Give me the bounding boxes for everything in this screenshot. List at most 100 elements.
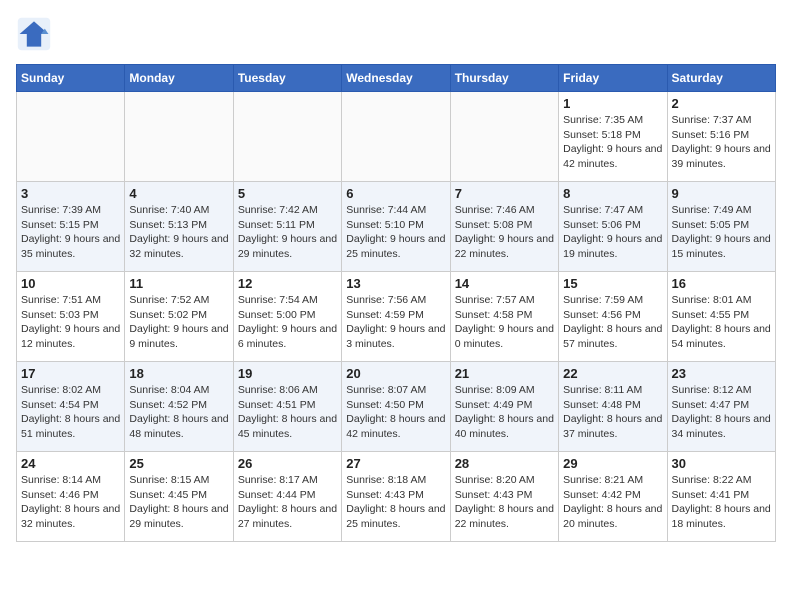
calendar-cell: 24 Sunrise: 8:14 AM Sunset: 4:46 PM Dayli… (17, 452, 125, 542)
day-info: Sunrise: 8:07 AM Sunset: 4:50 PM Dayligh… (346, 383, 445, 442)
day-number: 29 (563, 456, 662, 471)
day-number: 12 (238, 276, 337, 291)
column-header-tuesday: Tuesday (233, 65, 341, 92)
calendar-cell (450, 92, 558, 182)
calendar-cell: 14 Sunrise: 7:57 AM Sunset: 4:58 PM Dayli… (450, 272, 558, 362)
day-info: Sunrise: 7:59 AM Sunset: 4:56 PM Dayligh… (563, 293, 662, 352)
calendar-cell: 29Sunrise: 8:21 AM Sunset: 4:42 PM Dayli… (559, 452, 667, 542)
calendar-cell: 17 Sunrise: 8:02 AM Sunset: 4:54 PM Dayli… (17, 362, 125, 452)
calendar-week-4: 17 Sunrise: 8:02 AM Sunset: 4:54 PM Dayli… (17, 362, 776, 452)
day-number: 15 (563, 276, 662, 291)
day-info: Sunrise: 7:44 AM Sunset: 5:10 PM Dayligh… (346, 203, 445, 262)
logo (16, 16, 56, 52)
calendar-cell: 25Sunrise: 8:15 AM Sunset: 4:45 PM Dayli… (125, 452, 233, 542)
calendar-cell (342, 92, 450, 182)
calendar-week-2: 3Sunrise: 7:39 AM Sunset: 5:15 PM Daylig… (17, 182, 776, 272)
day-info: Sunrise: 7:46 AM Sunset: 5:08 PM Dayligh… (455, 203, 554, 262)
day-info: Sunrise: 8:09 AM Sunset: 4:49 PM Dayligh… (455, 383, 554, 442)
day-info: Sunrise: 8:22 AM Sunset: 4:41 PM Dayligh… (672, 473, 771, 532)
day-info: Sunrise: 8:18 AM Sunset: 4:43 PM Dayligh… (346, 473, 445, 532)
calendar-week-3: 10 Sunrise: 7:51 AM Sunset: 5:03 PM Dayli… (17, 272, 776, 362)
day-number: 5 (238, 186, 337, 201)
day-number: 20 (346, 366, 445, 381)
calendar-cell: 12Sunrise: 7:54 AM Sunset: 5:00 PM Dayli… (233, 272, 341, 362)
calendar-cell: 7Sunrise: 7:46 AM Sunset: 5:08 PM Daylig… (450, 182, 558, 272)
calendar-cell: 8 Sunrise: 7:47 AM Sunset: 5:06 PM Daylig… (559, 182, 667, 272)
day-info: Sunrise: 7:35 AM Sunset: 5:18 PM Dayligh… (563, 113, 662, 172)
day-number: 21 (455, 366, 554, 381)
day-info: Sunrise: 8:20 AM Sunset: 4:43 PM Dayligh… (455, 473, 554, 532)
day-number: 6 (346, 186, 445, 201)
day-info: Sunrise: 8:17 AM Sunset: 4:44 PM Dayligh… (238, 473, 337, 532)
day-info: Sunrise: 7:57 AM Sunset: 4:58 PM Dayligh… (455, 293, 554, 352)
calendar-cell (17, 92, 125, 182)
day-info: Sunrise: 7:51 AM Sunset: 5:03 PM Dayligh… (21, 293, 120, 352)
calendar-cell: 16 Sunrise: 8:01 AM Sunset: 4:55 PM Dayli… (667, 272, 775, 362)
day-number: 2 (672, 96, 771, 111)
calendar-week-5: 24 Sunrise: 8:14 AM Sunset: 4:46 PM Dayli… (17, 452, 776, 542)
calendar-week-1: 1 Sunrise: 7:35 AM Sunset: 5:18 PM Daylig… (17, 92, 776, 182)
calendar-cell: 4 Sunrise: 7:40 AM Sunset: 5:13 PM Daylig… (125, 182, 233, 272)
calendar-table: SundayMondayTuesdayWednesdayThursdayFrid… (16, 64, 776, 542)
day-number: 14 (455, 276, 554, 291)
calendar-cell: 20 Sunrise: 8:07 AM Sunset: 4:50 PM Dayli… (342, 362, 450, 452)
column-header-monday: Monday (125, 65, 233, 92)
day-number: 4 (129, 186, 228, 201)
day-number: 3 (21, 186, 120, 201)
calendar-cell (125, 92, 233, 182)
calendar-header-row: SundayMondayTuesdayWednesdayThursdayFrid… (17, 65, 776, 92)
day-info: Sunrise: 7:52 AM Sunset: 5:02 PM Dayligh… (129, 293, 228, 352)
day-number: 30 (672, 456, 771, 471)
calendar-cell: 26 Sunrise: 8:17 AM Sunset: 4:44 PM Dayli… (233, 452, 341, 542)
calendar-cell: 21 Sunrise: 8:09 AM Sunset: 4:49 PM Dayli… (450, 362, 558, 452)
day-info: Sunrise: 8:15 AM Sunset: 4:45 PM Dayligh… (129, 473, 228, 532)
column-header-thursday: Thursday (450, 65, 558, 92)
calendar-cell: 1 Sunrise: 7:35 AM Sunset: 5:18 PM Daylig… (559, 92, 667, 182)
day-number: 10 (21, 276, 120, 291)
day-number: 24 (21, 456, 120, 471)
day-number: 26 (238, 456, 337, 471)
calendar-cell: 13 Sunrise: 7:56 AM Sunset: 4:59 PM Dayli… (342, 272, 450, 362)
calendar-cell: 6 Sunrise: 7:44 AM Sunset: 5:10 PM Daylig… (342, 182, 450, 272)
day-number: 19 (238, 366, 337, 381)
day-number: 11 (129, 276, 228, 291)
calendar-cell: 28Sunrise: 8:20 AM Sunset: 4:43 PM Dayli… (450, 452, 558, 542)
day-number: 22 (563, 366, 662, 381)
calendar-cell: 22 Sunrise: 8:11 AM Sunset: 4:48 PM Dayli… (559, 362, 667, 452)
day-info: Sunrise: 7:47 AM Sunset: 5:06 PM Dayligh… (563, 203, 662, 262)
day-info: Sunrise: 8:14 AM Sunset: 4:46 PM Dayligh… (21, 473, 120, 532)
calendar-cell: 27Sunrise: 8:18 AM Sunset: 4:43 PM Dayli… (342, 452, 450, 542)
day-number: 18 (129, 366, 228, 381)
column-header-saturday: Saturday (667, 65, 775, 92)
day-info: Sunrise: 8:02 AM Sunset: 4:54 PM Dayligh… (21, 383, 120, 442)
day-info: Sunrise: 7:40 AM Sunset: 5:13 PM Dayligh… (129, 203, 228, 262)
day-info: Sunrise: 8:11 AM Sunset: 4:48 PM Dayligh… (563, 383, 662, 442)
calendar-cell: 19 Sunrise: 8:06 AM Sunset: 4:51 PM Dayli… (233, 362, 341, 452)
day-info: Sunrise: 8:01 AM Sunset: 4:55 PM Dayligh… (672, 293, 771, 352)
day-number: 9 (672, 186, 771, 201)
calendar-cell: 15 Sunrise: 7:59 AM Sunset: 4:56 PM Dayli… (559, 272, 667, 362)
day-number: 13 (346, 276, 445, 291)
calendar-cell: 30 Sunrise: 8:22 AM Sunset: 4:41 PM Dayli… (667, 452, 775, 542)
calendar-cell: 2 Sunrise: 7:37 AM Sunset: 5:16 PM Daylig… (667, 92, 775, 182)
day-info: Sunrise: 8:06 AM Sunset: 4:51 PM Dayligh… (238, 383, 337, 442)
day-info: Sunrise: 7:42 AM Sunset: 5:11 PM Dayligh… (238, 203, 337, 262)
calendar-cell: 3Sunrise: 7:39 AM Sunset: 5:15 PM Daylig… (17, 182, 125, 272)
day-number: 16 (672, 276, 771, 291)
day-number: 17 (21, 366, 120, 381)
day-number: 1 (563, 96, 662, 111)
calendar-cell: 11 Sunrise: 7:52 AM Sunset: 5:02 PM Dayli… (125, 272, 233, 362)
day-info: Sunrise: 8:04 AM Sunset: 4:52 PM Dayligh… (129, 383, 228, 442)
calendar-cell: 9 Sunrise: 7:49 AM Sunset: 5:05 PM Daylig… (667, 182, 775, 272)
calendar-cell: 23Sunrise: 8:12 AM Sunset: 4:47 PM Dayli… (667, 362, 775, 452)
day-number: 8 (563, 186, 662, 201)
calendar-cell: 10 Sunrise: 7:51 AM Sunset: 5:03 PM Dayli… (17, 272, 125, 362)
column-header-wednesday: Wednesday (342, 65, 450, 92)
day-info: Sunrise: 7:49 AM Sunset: 5:05 PM Dayligh… (672, 203, 771, 262)
calendar-cell: 5 Sunrise: 7:42 AM Sunset: 5:11 PM Daylig… (233, 182, 341, 272)
day-info: Sunrise: 7:37 AM Sunset: 5:16 PM Dayligh… (672, 113, 771, 172)
logo-icon (16, 16, 52, 52)
day-info: Sunrise: 7:56 AM Sunset: 4:59 PM Dayligh… (346, 293, 445, 352)
day-number: 23 (672, 366, 771, 381)
page-header (16, 16, 776, 52)
